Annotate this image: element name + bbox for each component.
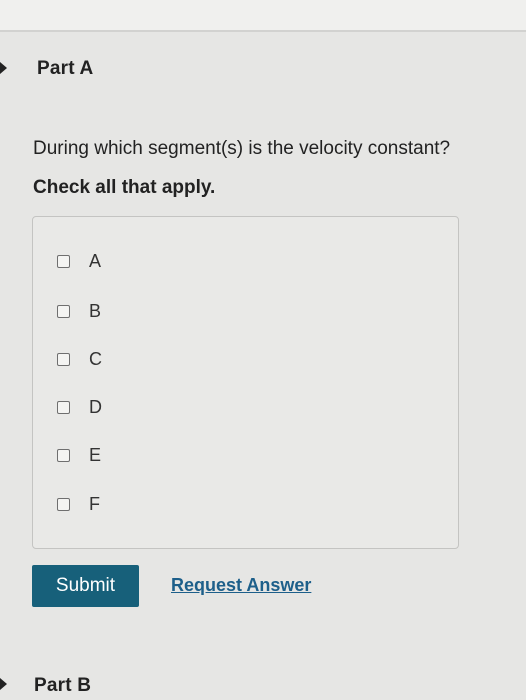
option-label: F <box>89 493 100 514</box>
checkbox-icon[interactable] <box>57 497 70 511</box>
option-label: A <box>89 250 102 271</box>
checkbox-icon[interactable] <box>57 254 70 268</box>
option-b[interactable]: B <box>57 299 101 323</box>
checkbox-icon[interactable] <box>57 352 70 366</box>
instruction-text: Check all that apply. <box>33 177 216 198</box>
request-answer-link[interactable]: Request Answer <box>171 575 311 596</box>
option-label: E <box>89 444 102 465</box>
question-text: During which segment(s) is the velocity … <box>33 138 451 159</box>
option-c[interactable]: C <box>57 347 102 371</box>
option-label: C <box>89 348 102 369</box>
expand-arrow-icon[interactable] <box>0 62 7 74</box>
header-divider <box>0 30 526 32</box>
part-b-title[interactable]: Part B <box>34 675 91 697</box>
part-a-title[interactable]: Part A <box>37 58 93 80</box>
expand-arrow-icon[interactable] <box>0 678 7 690</box>
submit-button[interactable]: Submit <box>32 565 139 607</box>
checkbox-icon[interactable] <box>57 304 70 318</box>
option-a[interactable]: A <box>57 249 101 273</box>
option-f[interactable]: F <box>57 492 100 516</box>
option-label: B <box>89 300 102 321</box>
option-e[interactable]: E <box>57 443 101 467</box>
header-band <box>0 0 526 30</box>
option-label: D <box>89 396 102 417</box>
option-d[interactable]: D <box>57 395 102 419</box>
checkbox-icon[interactable] <box>57 400 70 414</box>
checkbox-icon[interactable] <box>57 448 70 462</box>
answer-options-panel: A B C D E F <box>32 216 459 549</box>
